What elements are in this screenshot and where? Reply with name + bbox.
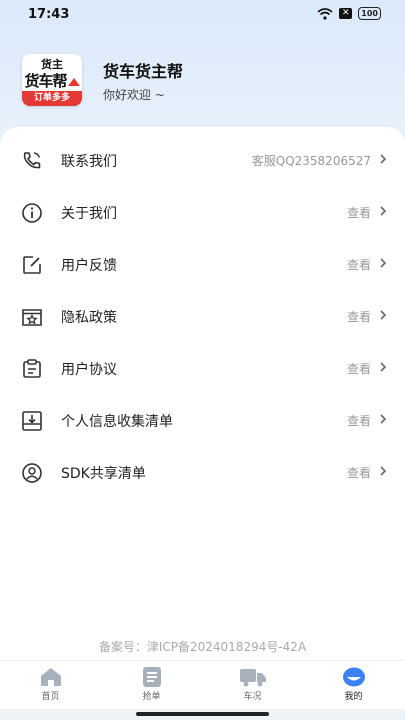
wifi-icon	[317, 7, 333, 20]
status-bar: 17:43 ✕ 100	[0, 0, 405, 30]
menu-label: 隐私政策	[61, 310, 117, 326]
tab-vehicle-status[interactable]: 车况	[202, 665, 303, 709]
tab-label: 抢单	[142, 692, 161, 702]
menu-value: 查看	[346, 414, 371, 428]
chevron-right-icon	[380, 310, 387, 320]
tab-label: 我的	[344, 692, 363, 702]
menu-value: 客服QQ2358206527	[251, 154, 371, 168]
icp-record: 备案号：津ICP备2024018294号-42A	[98, 640, 307, 654]
info-icon	[22, 203, 42, 223]
menu-value: 查看	[346, 466, 371, 480]
logo-text-main: 货车帮	[22, 70, 82, 91]
user-circle-icon	[22, 463, 42, 483]
menu-item-contact-us[interactable]: 联系我们 客服QQ2358206527	[0, 135, 405, 187]
menu-card: 联系我们 客服QQ2358206527 关于我们 查看 用户反馈 查看 隐私政策…	[0, 127, 405, 667]
download-box-icon	[22, 411, 42, 431]
menu-label: 个人信息收集清单	[61, 414, 173, 430]
menu-item-user-agreement[interactable]: 用户协议 查看	[0, 343, 405, 395]
chevron-right-icon	[380, 154, 387, 164]
menu-label: SDK共享清单	[61, 466, 146, 482]
app-logo: 货主 货车帮 订单多多	[22, 54, 82, 106]
bottom-tab-bar: 首页 抢单 车况 我的	[0, 660, 405, 709]
home-indicator[interactable]	[136, 712, 269, 716]
tab-label: 车况	[243, 692, 262, 702]
clipboard-icon	[23, 359, 41, 378]
tab-label: 首页	[41, 692, 60, 702]
app-name: 货车货主帮	[103, 62, 184, 81]
menu-item-personal-info-list[interactable]: 个人信息收集清单 查看	[0, 395, 405, 447]
truck-icon	[239, 669, 266, 687]
chevron-right-icon	[380, 258, 387, 268]
status-time: 17:43	[28, 7, 70, 22]
profile-icon	[342, 667, 365, 687]
greeting-text: 你好欢迎 ~	[103, 88, 165, 102]
menu-label: 联系我们	[61, 154, 117, 170]
chevron-right-icon	[380, 362, 387, 372]
menu-value: 查看	[346, 310, 371, 324]
profile-header: 货主 货车帮 订单多多 货车货主帮 你好欢迎 ~	[22, 54, 382, 106]
home-icon	[40, 668, 61, 686]
menu-item-privacy-policy[interactable]: 隐私政策 查看	[0, 291, 405, 343]
privacy-icon	[22, 309, 42, 326]
list-icon	[142, 667, 161, 687]
menu-value: 查看	[346, 258, 371, 272]
menu-label: 关于我们	[61, 206, 117, 222]
chevron-right-icon	[380, 206, 387, 216]
menu-item-about-us[interactable]: 关于我们 查看	[0, 187, 405, 239]
chevron-right-icon	[380, 414, 387, 424]
menu-label: 用户协议	[61, 362, 117, 378]
logo-text-bottom: 订单多多	[22, 91, 82, 106]
notification-icon: ✕	[339, 8, 353, 19]
edit-icon	[23, 256, 41, 274]
menu-value: 查看	[346, 206, 371, 220]
status-icons: ✕ 100	[317, 7, 381, 20]
menu-item-sdk-sharing-list[interactable]: SDK共享清单 查看	[0, 447, 405, 499]
battery-icon: 100	[358, 7, 381, 20]
tab-home[interactable]: 首页	[0, 665, 101, 709]
tab-grab-order[interactable]: 抢单	[101, 665, 202, 709]
tab-mine[interactable]: 我的	[303, 665, 404, 709]
menu-item-feedback[interactable]: 用户反馈 查看	[0, 239, 405, 291]
menu-value: 查看	[346, 362, 371, 376]
chevron-right-icon	[380, 466, 387, 476]
phone-icon	[23, 152, 41, 169]
menu-label: 用户反馈	[61, 258, 117, 274]
